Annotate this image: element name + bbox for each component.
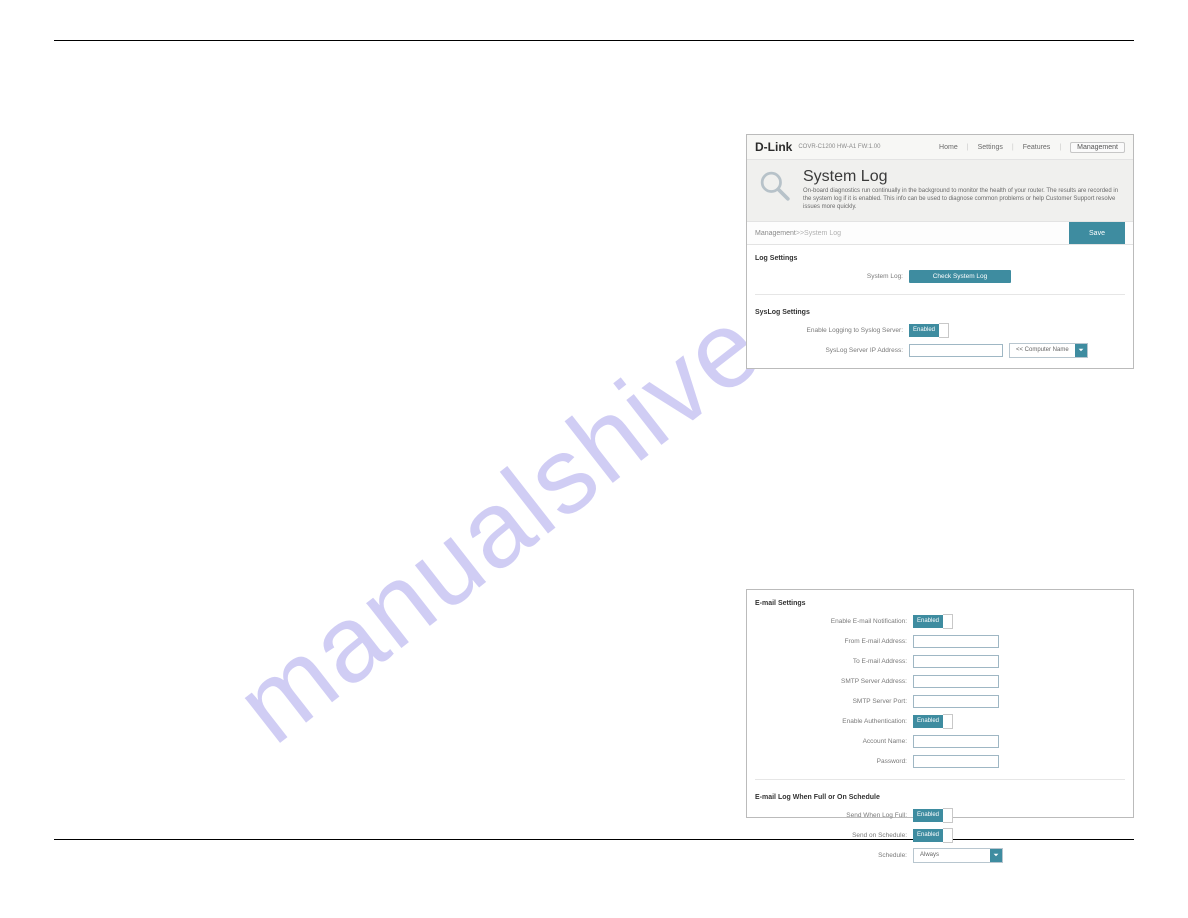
log-settings-section: Log Settings System Log: Check System Lo…	[747, 245, 1133, 292]
nav-features[interactable]: Features	[1023, 144, 1051, 151]
nav-separator: |	[1012, 144, 1014, 151]
enable-email-label: Enable E-mail Notification:	[755, 618, 913, 625]
schedule-row: Schedule: Always	[755, 847, 1125, 863]
page-title: System Log	[803, 168, 1125, 186]
toggle-state-label: Enabled	[913, 715, 943, 728]
check-system-log-button[interactable]: Check System Log	[909, 270, 1011, 283]
from-email-input[interactable]	[913, 635, 999, 648]
toggle-state-label: Enabled	[913, 809, 943, 822]
enable-auth-toggle[interactable]: Enabled	[913, 715, 953, 728]
nav-home[interactable]: Home	[939, 144, 958, 151]
divider	[755, 779, 1125, 780]
enable-syslog-label: Enable Logging to Syslog Server:	[755, 327, 909, 334]
send-when-full-toggle[interactable]: Enabled	[913, 809, 953, 822]
enable-auth-label: Enable Authentication:	[755, 718, 913, 725]
smtp-address-label: SMTP Server Address:	[755, 678, 913, 685]
system-log-row: System Log: Check System Log	[755, 268, 1125, 284]
from-email-row: From E-mail Address:	[755, 633, 1125, 649]
page-banner: System Log On-board diagnostics run cont…	[747, 160, 1133, 222]
syslog-settings-section: SysLog Settings Enable Logging to Syslog…	[747, 299, 1133, 366]
smtp-address-row: SMTP Server Address:	[755, 673, 1125, 689]
nav-separator: |	[1059, 144, 1061, 151]
enable-email-toggle[interactable]: Enabled	[913, 615, 953, 628]
send-when-full-row: Send When Log Full: Enabled	[755, 807, 1125, 823]
smtp-port-label: SMTP Server Port:	[755, 698, 913, 705]
syslog-ip-label: SysLog Server IP Address:	[755, 347, 909, 354]
model-info: COVR-C1200 HW-A1 FW:1.00	[798, 144, 880, 150]
email-settings-heading: E-mail Settings	[755, 600, 1125, 607]
smtp-port-input[interactable]	[913, 695, 999, 708]
account-name-input[interactable]	[913, 735, 999, 748]
schedule-label: Schedule:	[755, 852, 913, 859]
enable-auth-row: Enable Authentication: Enabled	[755, 713, 1125, 729]
nav-settings[interactable]: Settings	[978, 144, 1003, 151]
dropdown-label: << Computer Name	[1010, 347, 1075, 353]
smtp-port-row: SMTP Server Port:	[755, 693, 1125, 709]
toggle-knob	[943, 614, 953, 629]
breadcrumb-current: System Log	[804, 230, 841, 237]
nav-items: Home | Settings | Features | Management	[939, 142, 1125, 153]
breadcrumb-bar: Management >> System Log Save	[747, 222, 1133, 245]
smtp-address-input[interactable]	[913, 675, 999, 688]
password-input[interactable]	[913, 755, 999, 768]
chevron-down-icon	[1075, 344, 1087, 357]
divider	[755, 294, 1125, 295]
enable-syslog-row: Enable Logging to Syslog Server: Enabled	[755, 322, 1125, 338]
send-on-schedule-label: Send on Schedule:	[755, 832, 913, 839]
toggle-knob	[943, 828, 953, 843]
toggle-knob	[943, 808, 953, 823]
screenshot-email-settings: E-mail Settings Enable E-mail Notificati…	[746, 589, 1134, 818]
to-email-row: To E-mail Address:	[755, 653, 1125, 669]
save-button[interactable]: Save	[1069, 222, 1125, 244]
breadcrumb-sep: >>	[796, 230, 804, 237]
syslog-ip-row: SysLog Server IP Address: << Computer Na…	[755, 342, 1125, 358]
account-name-row: Account Name:	[755, 733, 1125, 749]
send-on-schedule-toggle[interactable]: Enabled	[913, 829, 953, 842]
email-settings-section: E-mail Settings Enable E-mail Notificati…	[747, 590, 1133, 777]
system-log-label: System Log:	[755, 273, 909, 280]
toggle-state-label: Enabled	[913, 829, 943, 842]
toggle-state-label: Enabled	[909, 324, 939, 337]
dropdown-label: Always	[914, 852, 990, 858]
computer-name-dropdown[interactable]: << Computer Name	[1009, 343, 1088, 358]
password-label: Password:	[755, 758, 913, 765]
schedule-dropdown[interactable]: Always	[913, 848, 1003, 863]
email-schedule-heading: E-mail Log When Full or On Schedule	[755, 794, 1125, 801]
magnifier-icon	[753, 164, 797, 208]
syslog-ip-input[interactable]	[909, 344, 1003, 357]
to-email-label: To E-mail Address:	[755, 658, 913, 665]
account-name-label: Account Name:	[755, 738, 913, 745]
breadcrumb-parent[interactable]: Management	[755, 230, 796, 237]
password-row: Password:	[755, 753, 1125, 769]
syslog-settings-heading: SysLog Settings	[755, 309, 1125, 316]
log-settings-heading: Log Settings	[755, 255, 1125, 262]
send-on-schedule-row: Send on Schedule: Enabled	[755, 827, 1125, 843]
email-schedule-section: E-mail Log When Full or On Schedule Send…	[747, 784, 1133, 871]
page: manualshive.com D-Link COVR-C1200 HW-A1 …	[0, 0, 1188, 918]
toggle-knob	[943, 714, 953, 729]
enable-syslog-toggle[interactable]: Enabled	[909, 324, 949, 337]
top-rule	[54, 40, 1134, 41]
chevron-down-icon	[990, 849, 1002, 862]
enable-email-row: Enable E-mail Notification: Enabled	[755, 613, 1125, 629]
screenshot-system-log: D-Link COVR-C1200 HW-A1 FW:1.00 Home | S…	[746, 134, 1134, 369]
nav-management-button[interactable]: Management	[1070, 142, 1125, 153]
toggle-state-label: Enabled	[913, 615, 943, 628]
top-nav-bar: D-Link COVR-C1200 HW-A1 FW:1.00 Home | S…	[747, 135, 1133, 160]
brand-logo: D-Link	[755, 140, 792, 154]
toggle-knob	[939, 323, 949, 338]
to-email-input[interactable]	[913, 655, 999, 668]
send-when-full-label: Send When Log Full:	[755, 812, 913, 819]
from-email-label: From E-mail Address:	[755, 638, 913, 645]
nav-separator: |	[967, 144, 969, 151]
page-description: On-board diagnostics run continually in …	[803, 188, 1125, 211]
